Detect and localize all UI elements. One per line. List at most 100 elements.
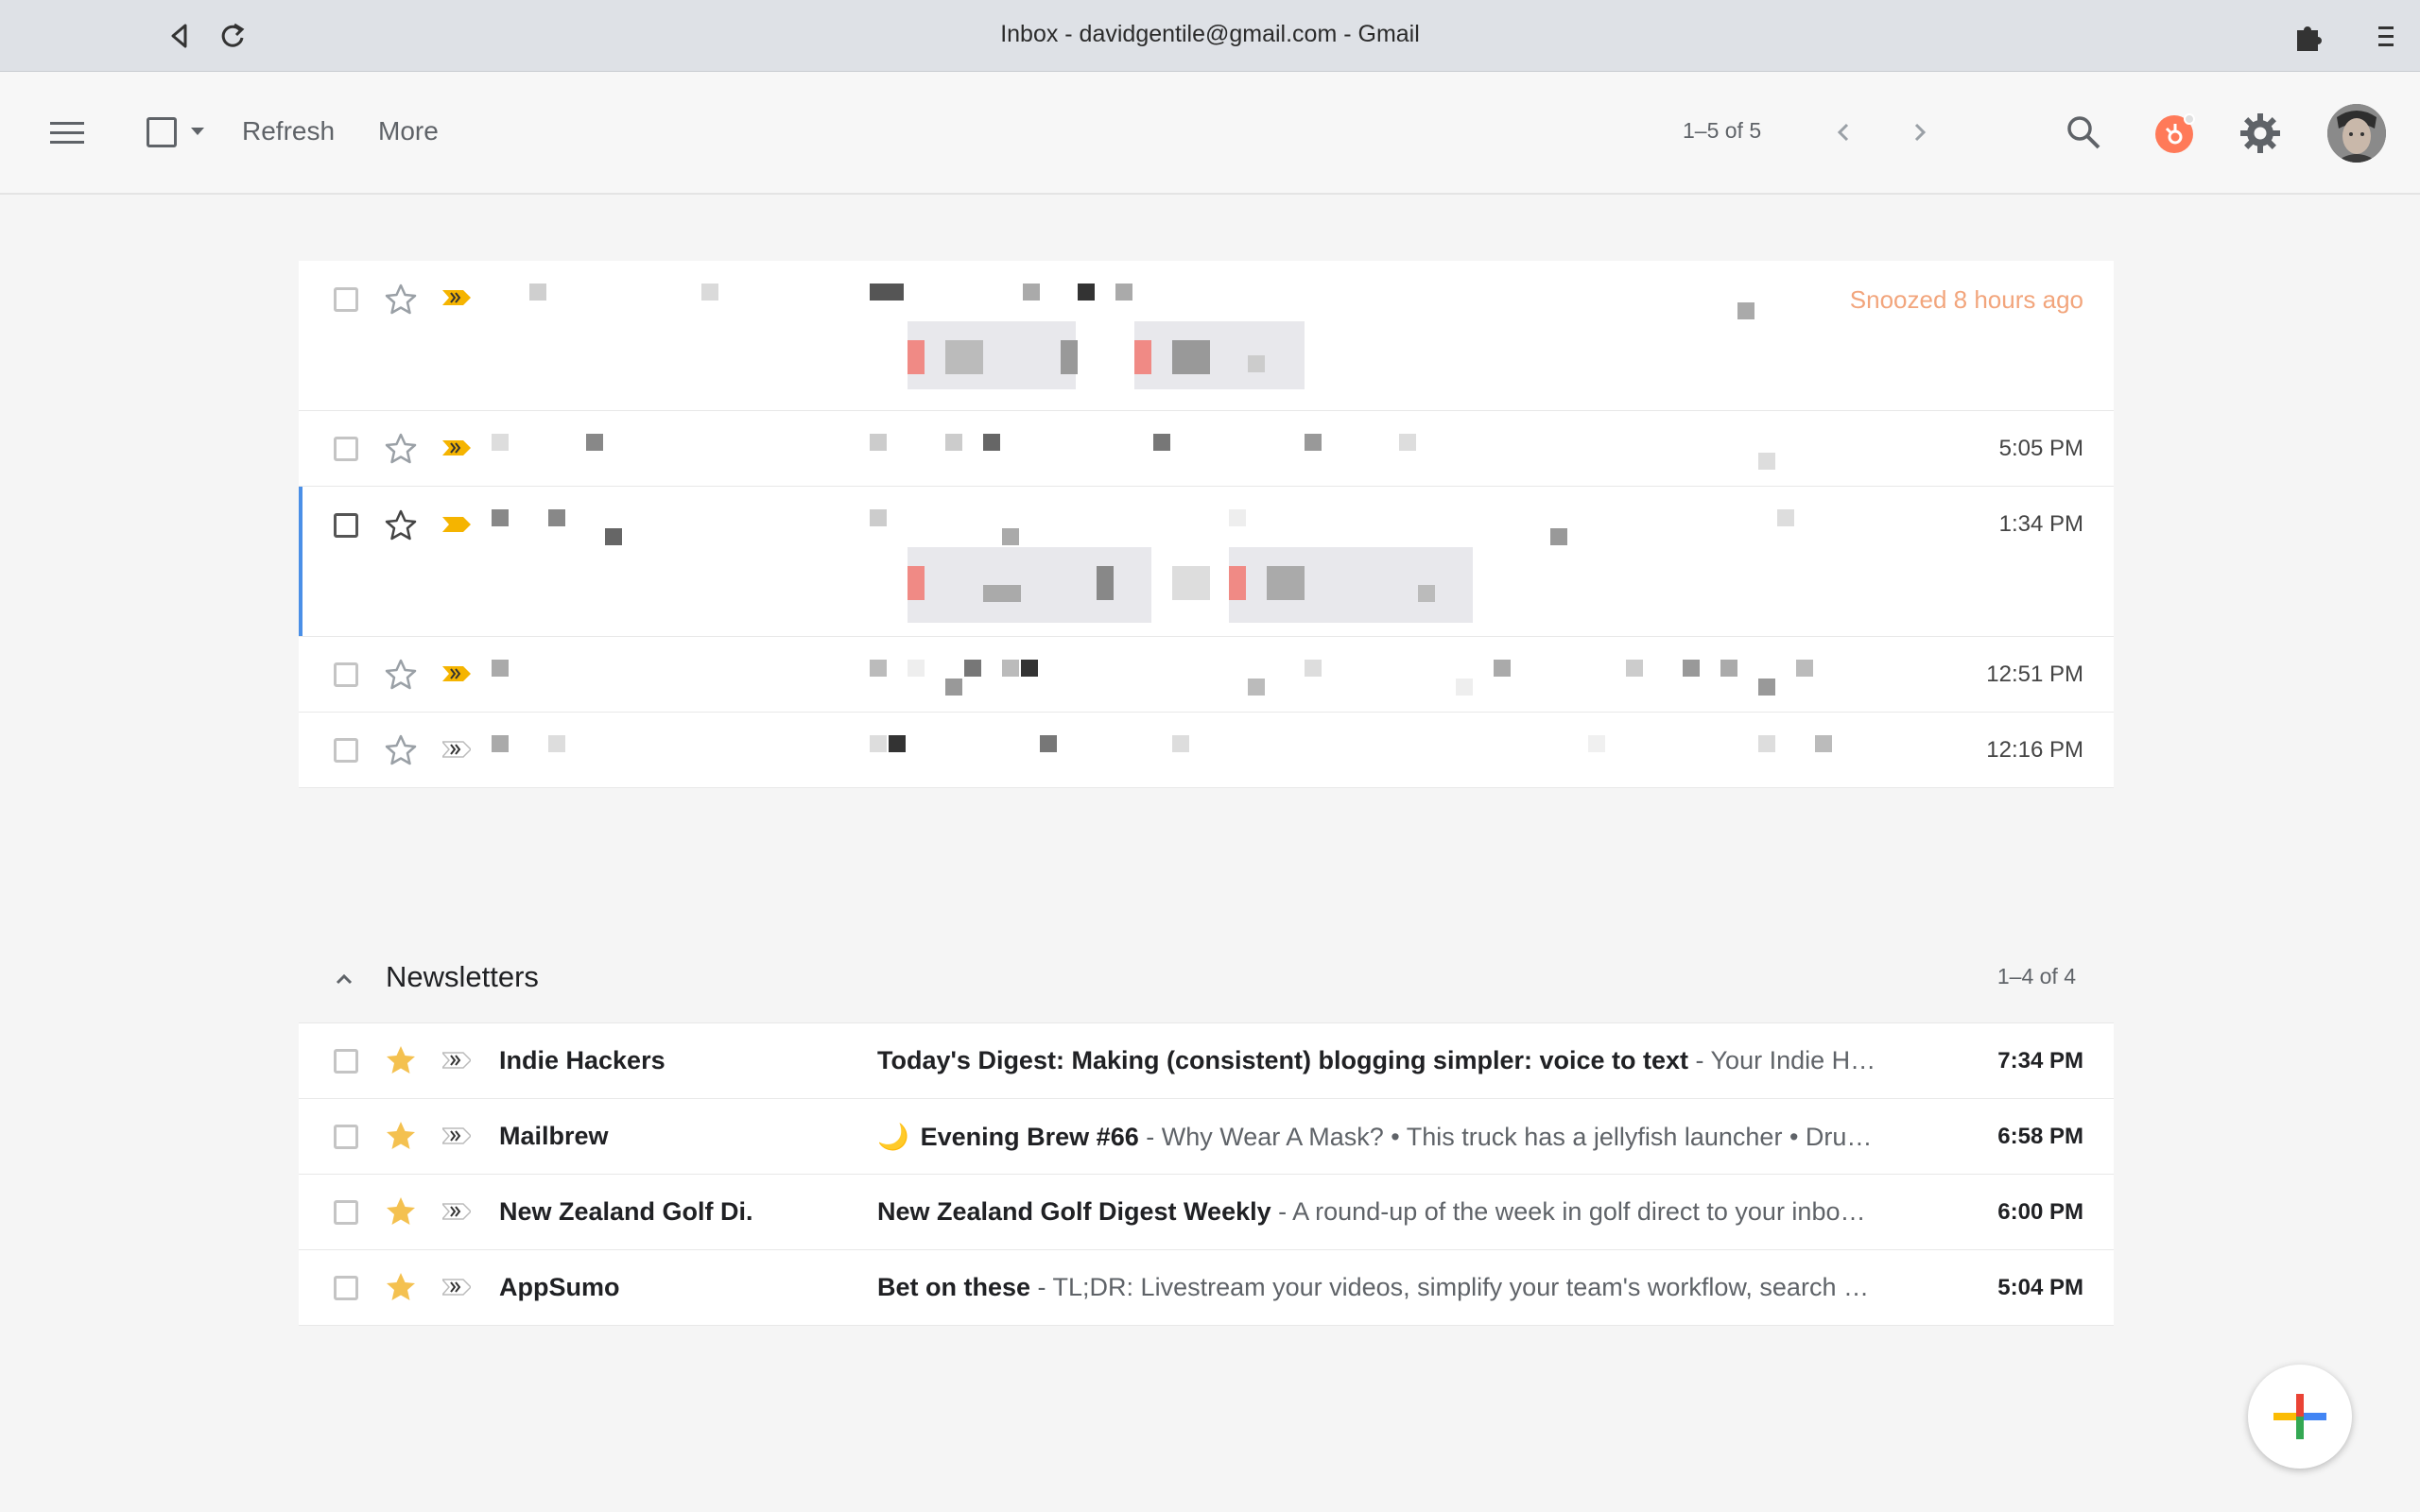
subject: Evening Brew #66 [920, 1123, 1139, 1151]
redacted-attachment-icon [908, 340, 925, 374]
redacted-attachment [908, 547, 1151, 623]
newsletter-row[interactable]: Mailbrew 🌙 Evening Brew #66 - Why Wear A … [299, 1099, 2114, 1175]
star-outline-icon[interactable] [384, 658, 418, 692]
not-important-marker-icon[interactable] [442, 1279, 471, 1296]
row-checkbox[interactable] [334, 738, 358, 763]
hubspot-icon[interactable] [2153, 112, 2197, 155]
row-checkbox[interactable] [334, 1049, 358, 1074]
row-checkbox[interactable] [334, 1276, 358, 1300]
snippet: - Why Wear A Mask? • This truck has a je… [1138, 1123, 1873, 1151]
redacted-text [1172, 735, 1189, 752]
row-checkbox[interactable] [334, 662, 358, 687]
gmail-toolbar: Refresh More 1–5 of 5 [0, 72, 2420, 195]
subject-line: New Zealand Golf Digest Weekly - A round… [877, 1197, 1889, 1227]
subject: Today's Digest: Making (consistent) blog… [877, 1046, 1689, 1074]
star-outline-icon[interactable] [384, 283, 418, 317]
redacted-attachment-text [945, 340, 983, 374]
row-checkbox[interactable] [334, 513, 358, 538]
email-row[interactable]: Snoozed 8 hours ago [299, 261, 2114, 411]
star-filled-icon[interactable] [384, 1119, 418, 1153]
redacted-attachment-icon [908, 566, 925, 600]
moon-emoji-icon: 🌙 [877, 1123, 909, 1151]
pagination-count: 1–5 of 5 [1683, 118, 1762, 143]
compose-plus-icon [2273, 1394, 2326, 1439]
star-filled-icon[interactable] [384, 1270, 418, 1304]
window-title: Inbox - davidgentile@gmail.com - Gmail [1000, 21, 1420, 47]
sender-name: Mailbrew [499, 1122, 609, 1150]
snippet: - Your Indie Ha… [1688, 1046, 1889, 1074]
row-checkbox[interactable] [334, 1200, 358, 1225]
redacted-text [605, 528, 622, 545]
email-row[interactable]: 12:16 PM [299, 713, 2114, 788]
important-marker-icon[interactable] [442, 516, 471, 533]
star-outline-icon[interactable] [384, 733, 418, 767]
extensions-icon[interactable] [2290, 17, 2327, 55]
redacted-text [1777, 509, 1794, 526]
next-page-icon[interactable] [1907, 117, 1933, 147]
redacted-attachment-text [1418, 585, 1435, 602]
inbox-list: Snoozed 8 hours ago 5:05 PM 1:34 PM 12:5… [299, 261, 2114, 788]
redacted-text [1229, 509, 1246, 526]
redacted-text [870, 284, 904, 301]
redacted-text [586, 434, 603, 451]
redacted-attachment [1134, 321, 1305, 389]
important-marker-icon[interactable] [442, 439, 471, 456]
redacted-text [1796, 660, 1813, 677]
avatar[interactable] [2327, 104, 2386, 163]
chevron-up-icon[interactable] [333, 968, 355, 990]
redacted-attachment-text [1172, 340, 1210, 374]
redacted-text [1115, 284, 1132, 301]
not-important-marker-icon[interactable] [442, 1203, 471, 1220]
email-time: 12:51 PM [1986, 662, 2083, 687]
important-marker-icon[interactable] [442, 289, 471, 306]
redacted-attachment-icon [1229, 566, 1246, 600]
not-important-marker-icon[interactable] [442, 1127, 471, 1144]
redacted-attachment-text [1061, 340, 1078, 374]
previous-page-icon[interactable] [1830, 117, 1857, 147]
refresh-button[interactable]: Refresh [242, 116, 335, 146]
settings-gear-icon[interactable] [2238, 112, 2282, 155]
avatar-photo [2327, 104, 2386, 163]
redacted-text [1456, 679, 1473, 696]
email-row[interactable]: 5:05 PM [299, 411, 2114, 487]
row-checkbox[interactable] [334, 437, 358, 461]
redacted-text [548, 735, 565, 752]
compose-button[interactable] [2248, 1365, 2352, 1469]
email-time: 5:05 PM [1998, 436, 2083, 461]
more-button[interactable]: More [378, 116, 439, 146]
star-filled-icon[interactable] [384, 1043, 418, 1077]
newsletter-row[interactable]: New Zealand Golf Di. New Zealand Golf Di… [299, 1175, 2114, 1250]
newsletter-row[interactable]: Indie Hackers Today's Digest: Making (co… [299, 1023, 2114, 1099]
row-checkbox[interactable] [334, 287, 358, 312]
redacted-attachment-icon [1134, 340, 1151, 374]
not-important-marker-icon[interactable] [442, 741, 471, 758]
redacted-attachment-text [1248, 355, 1265, 372]
redacted-text [1002, 528, 1019, 545]
row-checkbox[interactable] [334, 1125, 358, 1149]
newsletters-section-header[interactable]: Newsletters 1–4 of 4 [299, 936, 2114, 1022]
redacted-text [889, 735, 906, 752]
select-all-checkbox[interactable] [147, 117, 177, 147]
star-outline-icon[interactable] [384, 432, 418, 466]
search-icon[interactable] [2063, 112, 2104, 153]
redacted-text [945, 434, 962, 451]
newsletter-row[interactable]: AppSumo Bet on these - TL;DR: Livestream… [299, 1250, 2114, 1326]
redacted-attachment [908, 321, 1076, 389]
email-row-selected[interactable]: 1:34 PM [299, 487, 2114, 637]
redacted-text [945, 679, 962, 696]
redacted-text [1040, 735, 1057, 752]
browser-menu-icon[interactable] [2367, 17, 2405, 55]
star-outline-icon[interactable] [384, 508, 418, 542]
star-filled-icon[interactable] [384, 1194, 418, 1228]
select-dropdown-icon[interactable] [189, 125, 206, 138]
redacted-text [870, 735, 887, 752]
email-row[interactable]: 12:51 PM [299, 637, 2114, 713]
redacted-text [1305, 660, 1322, 677]
redacted-text [983, 434, 1000, 451]
not-important-marker-icon[interactable] [442, 1052, 471, 1069]
email-time: 12:16 PM [1986, 737, 2083, 763]
redacted-text [1626, 660, 1643, 677]
redacted-text [1248, 679, 1265, 696]
important-marker-icon[interactable] [442, 665, 471, 682]
main-menu-icon[interactable] [47, 113, 87, 153]
